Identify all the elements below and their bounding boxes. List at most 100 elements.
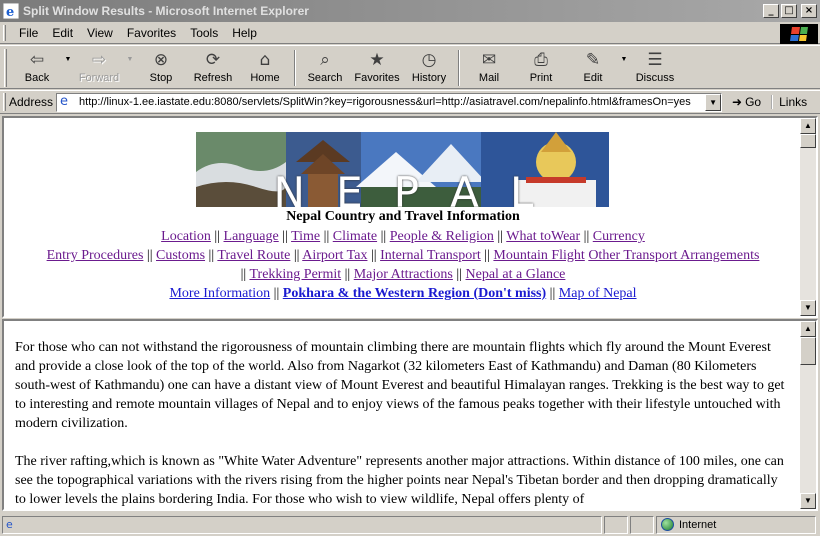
scroll-thumb[interactable] [800,134,816,148]
banner-letters: N E P A L [273,168,534,207]
address-grip[interactable] [3,93,6,111]
menu-bar: File Edit View Favorites Tools Help [0,22,820,44]
nav-row-3: || Trekking Permit || Major Attractions … [240,267,566,282]
edit-dropdown[interactable]: ▼ [619,38,629,80]
address-dropdown-button[interactable]: ▼ [705,93,722,111]
close-button[interactable]: × [801,4,817,18]
discuss-icon: ☰ [647,50,663,70]
paragraph: For those who can not withstand the rigo… [15,340,785,431]
refresh-button[interactable]: ⟳ Refresh [187,46,239,88]
nav-link-time[interactable]: Time [291,229,320,244]
standard-toolbar: ⇦ Back ▼ ⇨ Forward ▼ ⊗ Stop ⟳ Refresh ⌂ … [0,45,820,89]
history-button[interactable]: ◷ History [403,46,455,88]
nav-link-trekking-permit[interactable]: Trekking Permit [249,267,341,282]
menu-view[interactable]: View [80,26,120,40]
title-bar: e Split Window Results - Microsoft Inter… [0,0,820,22]
page-status-icon: e [6,518,13,531]
go-button[interactable]: ➜ Go [728,95,765,109]
scroll-up-button[interactable]: ▲ [800,118,816,134]
top-frame: N E P A L Nepal Country and Travel Infor… [2,116,818,318]
maximize-button[interactable]: □ [781,4,797,18]
mail-button[interactable]: ✉ Mail [463,46,515,88]
go-arrow-icon: ➜ [732,95,743,109]
menu-help[interactable]: Help [225,26,264,40]
stop-icon: ⊗ [153,50,169,70]
nav-link-mountain-flight[interactable]: Mountain Flight [493,248,584,263]
menu-grip[interactable] [3,24,6,41]
scroll-thumb[interactable] [800,337,816,365]
bottom-frame-scrollbar[interactable]: ▲ ▼ [800,321,816,509]
nepal-banner-image: N E P A L [196,132,609,207]
mail-icon: ✉ [481,50,497,70]
status-bar: e Internet [0,513,820,536]
back-button[interactable]: ⇦ Back [11,46,63,88]
nav-link-currency[interactable]: Currency [593,229,645,244]
printer-icon: ⎙ [534,50,548,70]
nav-link-other-transport[interactable]: Other Transport Arrangements [588,248,759,263]
page-icon: e [60,94,69,109]
scroll-down-button[interactable]: ▼ [800,493,816,509]
home-icon: ⌂ [259,50,271,70]
nav-link-map-of-nepal[interactable]: Map of Nepal [559,286,637,301]
windows-logo [780,24,818,44]
nav-link-more-information[interactable]: More Information [169,286,270,301]
svg-text:e: e [6,5,14,19]
nav-link-what-to-wear[interactable]: What toWear [506,229,580,244]
address-label: Address [9,95,54,109]
bottom-frame-content: For those who can not withstand the rigo… [15,338,789,509]
forward-button[interactable]: ⇨ Forward [73,46,125,88]
security-zone: Internet [656,515,816,534]
nav-link-major-attractions[interactable]: Major Attractions [354,267,453,282]
globe-icon [661,518,674,531]
nav-row-4: More Information || Pokhara & the Wester… [169,286,637,301]
ie-icon: e [3,3,19,19]
scroll-up-button[interactable]: ▲ [800,321,816,337]
toolbar-separator [294,50,296,86]
nav-link-internal-transport[interactable]: Internal Transport [380,248,481,263]
favorites-button[interactable]: ★ Favorites [351,46,403,88]
refresh-icon: ⟳ [205,50,221,70]
nav-link-travel-route[interactable]: Travel Route [217,248,290,263]
zone-label: Internet [679,518,717,531]
toolbar-grip[interactable] [4,49,7,87]
home-button[interactable]: ⌂ Home [239,46,291,88]
search-icon: ⌕ [320,50,330,70]
nav-link-language[interactable]: Language [224,229,279,244]
status-cell [630,515,654,534]
nav-link-pokhara[interactable]: Pokhara & the Western Region (Don't miss… [283,286,546,301]
links-button[interactable]: Links [771,95,807,109]
forward-dropdown[interactable]: ▼ [125,38,135,80]
nav-link-climate[interactable]: Climate [333,229,377,244]
status-cell [604,515,628,534]
minimize-button[interactable]: _ [763,4,779,18]
address-input[interactable] [79,96,710,108]
window-title: Split Window Results - Microsoft Interne… [23,4,309,18]
back-arrow-icon: ⇦ [29,50,45,70]
back-dropdown[interactable]: ▼ [63,38,73,80]
bottom-frame: For those who can not withstand the rigo… [2,319,818,511]
forward-arrow-icon: ⇨ [91,50,107,70]
nav-row-1: Location || Language || Time || Climate … [161,229,645,244]
history-icon: ◷ [421,50,437,70]
nav-link-people-religion[interactable]: People & Religion [390,229,494,244]
paragraph: The river rafting,which is known as "Whi… [15,454,784,507]
top-frame-scrollbar[interactable]: ▲ ▼ [800,118,816,316]
address-bar: Address e ▼ ➜ Go Links [0,90,820,114]
menu-file[interactable]: File [12,26,45,40]
nav-link-location[interactable]: Location [161,229,211,244]
nav-link-airport-tax[interactable]: Airport Tax [302,248,367,263]
search-button[interactable]: ⌕ Search [299,46,351,88]
nav-link-entry-procedures[interactable]: Entry Procedures [47,248,144,263]
stop-button[interactable]: ⊗ Stop [135,46,187,88]
address-box[interactable]: e ▼ [56,92,723,112]
nav-link-customs[interactable]: Customs [156,248,205,263]
print-button[interactable]: ⎙ Print [515,46,567,88]
edit-button[interactable]: ✎ Edit [567,46,619,88]
toolbar-separator [458,50,460,86]
scroll-down-button[interactable]: ▼ [800,300,816,316]
menu-tools[interactable]: Tools [183,26,225,40]
status-text-cell: e [2,515,602,534]
discuss-button[interactable]: ☰ Discuss [629,46,681,88]
nav-link-nepal-at-a-glance[interactable]: Nepal at a Glance [466,267,566,282]
favorites-icon: ★ [369,50,385,70]
